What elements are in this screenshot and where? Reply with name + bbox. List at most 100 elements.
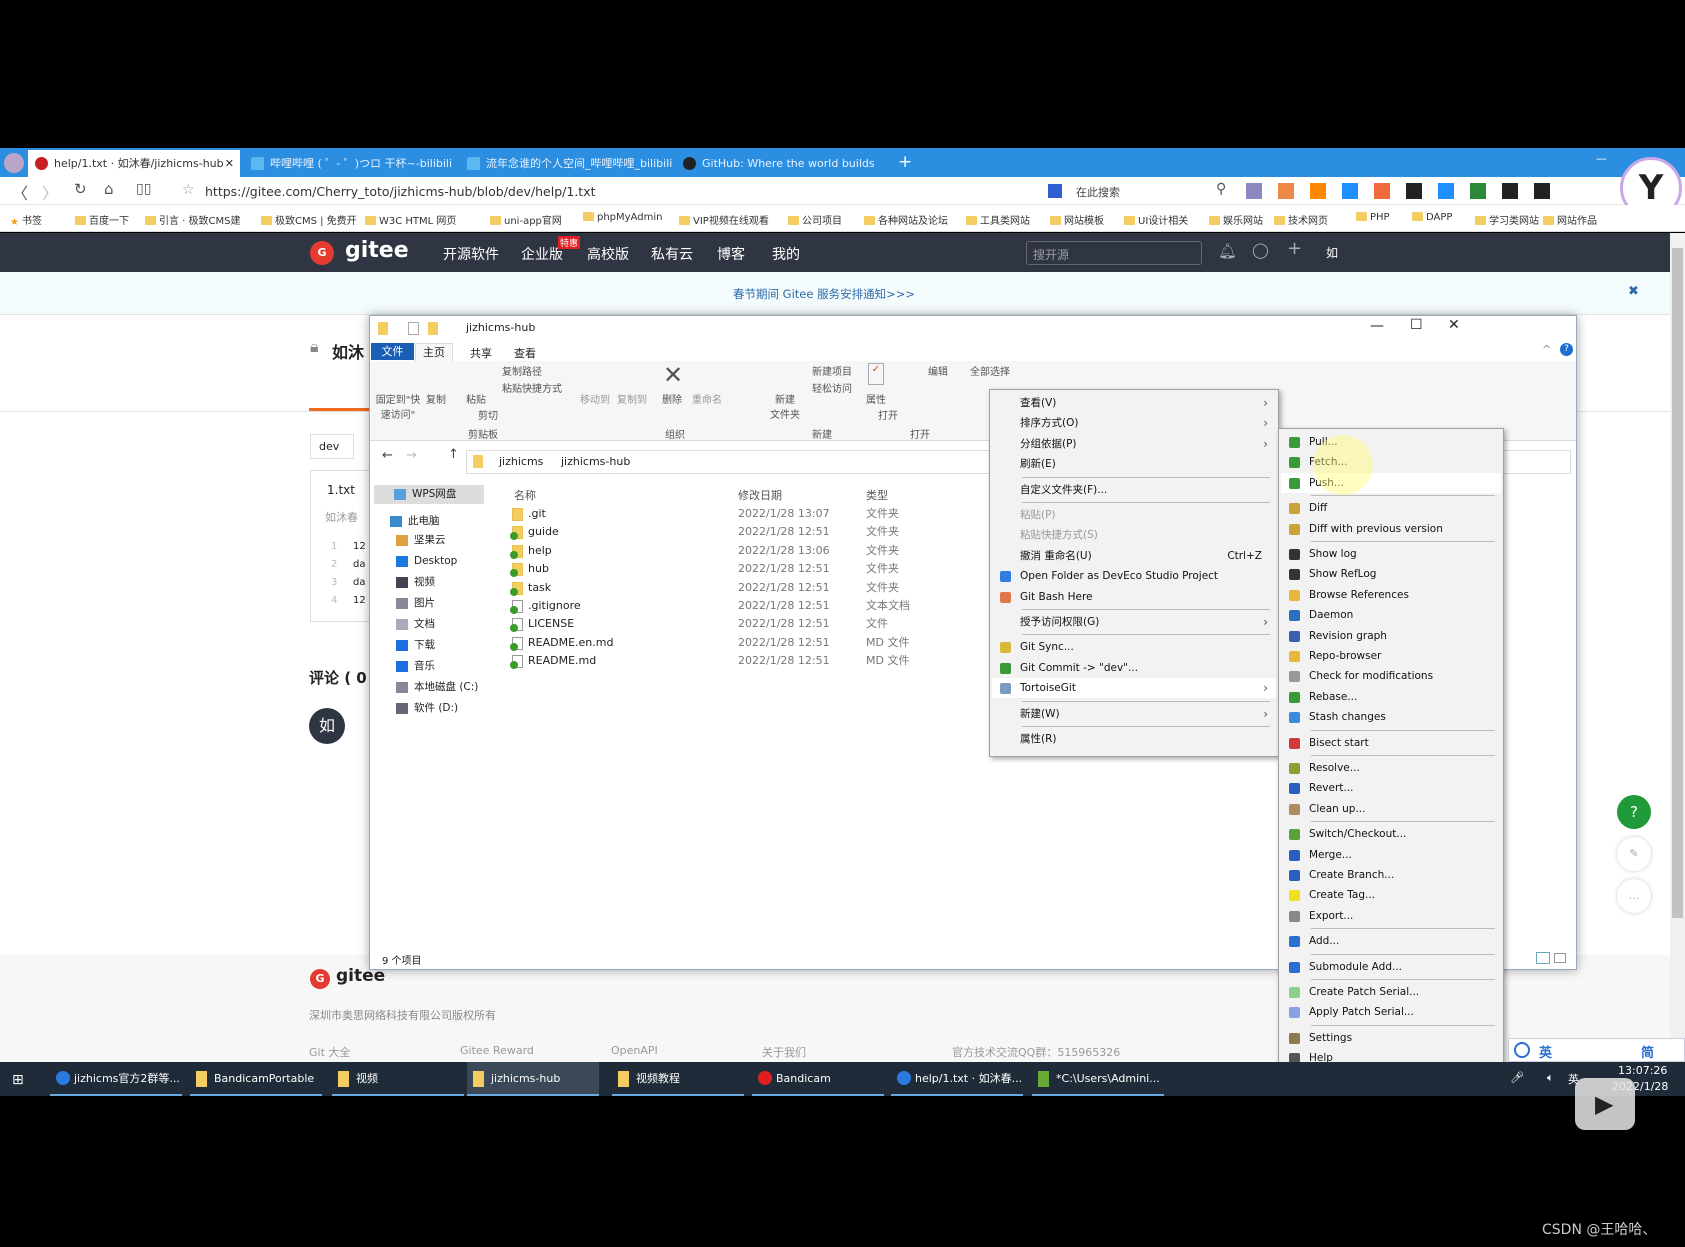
column-type[interactable]: 类型 <box>866 487 888 503</box>
bookmark-1[interactable]: 百度一下 <box>75 212 129 227</box>
ribbon-collapse-icon[interactable]: ^ <box>1542 343 1551 356</box>
ribbon-tab-file[interactable]: 文件 <box>371 343 414 360</box>
easy-access-button[interactable]: 轻松访问 <box>812 380 852 395</box>
tgit-check-for-modifications[interactable]: Check for modifications <box>1281 666 1501 686</box>
ctx-git-commit-dev[interactable]: Git Commit -> "dev"... <box>992 658 1276 678</box>
star-icon[interactable]: ☆ <box>182 182 195 198</box>
ctx-s[interactable]: 粘贴快捷方式(S) <box>992 525 1276 545</box>
breadcrumb-jizhicms[interactable]: jizhicms <box>499 455 543 468</box>
volume-icon[interactable]: 🔈︎ <box>1547 1071 1554 1085</box>
search-input[interactable]: 搜开源 <box>1026 241 1202 265</box>
tgit-resolve[interactable]: Resolve... <box>1281 758 1501 778</box>
lightbulb-icon[interactable]: ◯ <box>1252 241 1269 259</box>
tgit-add[interactable]: Add... <box>1281 931 1501 951</box>
cut-button[interactable]: 剪切 <box>478 407 498 422</box>
ctx-p[interactable]: 粘贴(P) <box>992 505 1276 525</box>
video-play-overlay-icon[interactable]: ▶ <box>1575 1078 1635 1130</box>
footer-link-about[interactable]: 关于我们 <box>762 1044 806 1060</box>
minimize-browser-icon[interactable]: — <box>1596 152 1607 165</box>
avatar[interactable]: 如 <box>309 708 345 744</box>
ribbon-tab-share[interactable]: 共享 <box>470 345 492 361</box>
nav-item[interactable]: 此电脑 <box>370 512 488 531</box>
paste-shortcut-button[interactable]: 粘贴快捷方式 <box>502 380 562 395</box>
page-scrollbar[interactable] <box>1670 233 1685 1062</box>
pin-quick-access-button[interactable]: 固定到"快速访问" <box>374 391 422 421</box>
bookmark-3[interactable]: 极致CMS | 免费开 <box>261 212 357 227</box>
forward-icon[interactable]: 〉 <box>42 180 58 204</box>
footer-link-git[interactable]: Git 大全 <box>309 1044 350 1060</box>
bookmark-2[interactable]: 引言 · 极致CMS建 <box>145 212 241 227</box>
bookmark-4[interactable]: W3C HTML 网页 <box>365 212 456 227</box>
bookmark-12[interactable]: UI设计相关 <box>1124 212 1188 227</box>
plus-icon[interactable]: + <box>1287 238 1302 259</box>
paste-button[interactable]: 粘贴 <box>466 391 486 406</box>
profile-avatar[interactable] <box>4 153 24 173</box>
tgit-pull[interactable]: Pull... <box>1281 432 1501 452</box>
bookmark-0[interactable]: ★ 书签 <box>10 212 42 228</box>
nav-item[interactable]: 坚果云 <box>370 531 488 550</box>
rename-button[interactable]: 重命名 <box>692 391 722 406</box>
gitee-logo[interactable]: gitee <box>345 238 409 263</box>
ctx-git-sync[interactable]: Git Sync... <box>992 637 1276 657</box>
tgit-export[interactable]: Export... <box>1281 906 1501 926</box>
tab-bilibili-space[interactable]: 流年念谁的个人空间_哔哩哔哩_bilibili <box>460 150 672 177</box>
new-folder-button[interactable]: 新建 文件夹 <box>770 391 800 421</box>
taskbar-item[interactable]: jizhicms-hub <box>467 1062 599 1096</box>
ifly-icon[interactable] <box>1514 1042 1530 1058</box>
nav-enterprise[interactable]: 企业版 <box>521 244 563 264</box>
bookmark-8[interactable]: 公司项目 <box>788 212 842 227</box>
nav-blog[interactable]: 博客 <box>717 244 745 264</box>
column-name[interactable]: 名称 <box>514 487 536 503</box>
tgit-bisect-start[interactable]: Bisect start <box>1281 733 1501 753</box>
ribbon-tab-home[interactable]: 主页 <box>415 343 453 362</box>
tgit-apply-patch-serial[interactable]: Apply Patch Serial... <box>1281 1002 1501 1022</box>
home-icon[interactable]: ⌂ <box>104 180 114 198</box>
copy-to-button[interactable]: 复制到 <box>617 391 647 406</box>
move-to-button[interactable]: 移动到 <box>580 391 610 406</box>
new-tab-button[interactable]: + <box>898 152 912 172</box>
nav-item[interactable]: WPS网盘 <box>374 485 484 504</box>
nav-item[interactable]: 本地磁盘 (C:) <box>370 678 488 697</box>
search-input[interactable]: 在此搜索 <box>1076 184 1120 200</box>
ctx-o[interactable]: 排序方式(O) › <box>992 413 1276 433</box>
chat-float-button[interactable]: … <box>1617 879 1651 913</box>
close-notice-icon[interactable]: ✖ <box>1628 284 1639 299</box>
up-icon[interactable]: ↑ <box>448 447 459 462</box>
tgit-merge[interactable]: Merge... <box>1281 845 1501 865</box>
mic-icon[interactable]: 🎤︎ <box>1510 1071 1524 1084</box>
nav-item[interactable]: 下载 <box>370 636 488 655</box>
nav-university[interactable]: 高校版 <box>587 244 629 264</box>
ime-lang[interactable]: 英 <box>1539 1042 1552 1061</box>
help-icon[interactable]: ? <box>1560 343 1573 356</box>
ctx-w[interactable]: 新建(W) › <box>992 704 1276 724</box>
help-float-button[interactable]: ? <box>1617 795 1651 829</box>
nav-item[interactable]: 音乐 <box>370 657 488 676</box>
close-tab-icon[interactable]: ✕ <box>225 150 234 177</box>
taskbar-item[interactable]: help/1.txt · 如沐春... <box>891 1062 1023 1096</box>
bell-icon[interactable]: 🔔︎ <box>1218 242 1237 260</box>
tgit-repo-browser[interactable]: Repo-browser <box>1281 646 1501 666</box>
tab-bilibili[interactable]: 哔哩哔哩 ( ゜- ゜)つロ 干杯~-bilibili <box>244 150 456 177</box>
ctx-g[interactable]: 授予访问权限(G) › <box>992 612 1276 632</box>
nav-mine[interactable]: 我的 <box>772 244 800 264</box>
properties-icon[interactable]: ✓ <box>868 363 884 385</box>
taskbar-item[interactable]: BandicamPortable <box>190 1062 322 1096</box>
footer-link-reward[interactable]: Gitee Reward <box>460 1044 534 1057</box>
back-icon[interactable]: ← <box>382 448 393 463</box>
ctx-e[interactable]: 刷新(E) <box>992 454 1276 474</box>
bookmark-17[interactable]: 学习类网站 <box>1475 212 1539 227</box>
tgit-revision-graph[interactable]: Revision graph <box>1281 626 1501 646</box>
nav-item[interactable]: 软件 (D:) <box>370 699 488 718</box>
ctx-v[interactable]: 查看(V) › <box>992 393 1276 413</box>
taskbar-item[interactable]: 视频教程 <box>612 1062 744 1096</box>
tgit-create-patch-serial[interactable]: Create Patch Serial... <box>1281 982 1501 1002</box>
taskbar-item[interactable]: jizhicms官方2群等... <box>50 1062 182 1096</box>
column-date[interactable]: 修改日期 <box>738 487 782 503</box>
properties-button[interactable]: 属性 <box>866 391 886 406</box>
nav-item[interactable]: 图片 <box>370 594 488 613</box>
tgit-stash-changes[interactable]: Stash changes <box>1281 707 1501 727</box>
ctx-git-bash-here[interactable]: Git Bash Here <box>992 587 1276 607</box>
user-menu[interactable]: 如 <box>1326 244 1338 261</box>
bookmark-15[interactable]: PHP <box>1356 212 1390 223</box>
tgit-diff-with-previous-version[interactable]: Diff with previous version <box>1281 519 1501 539</box>
